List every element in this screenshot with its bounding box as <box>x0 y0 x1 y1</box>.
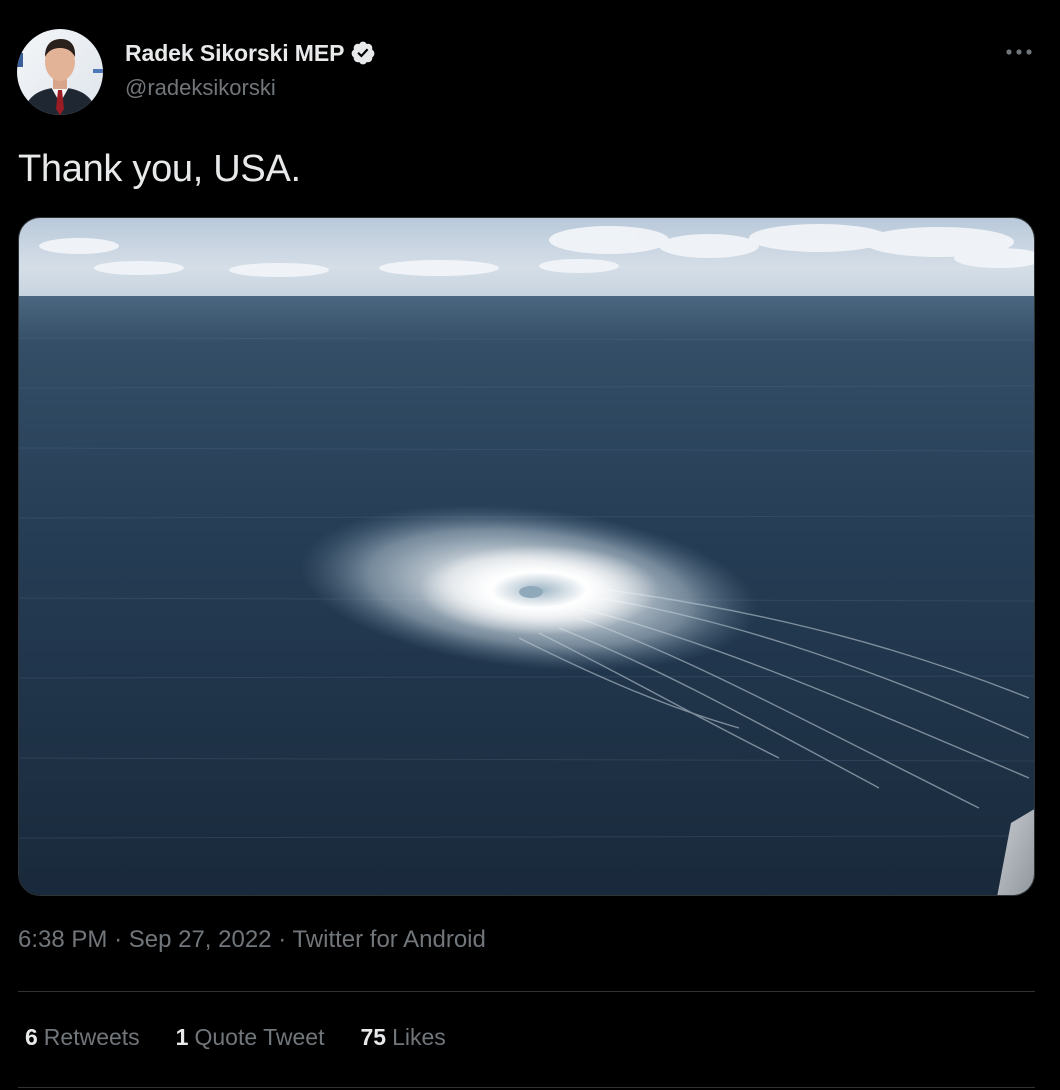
meta-separator: · <box>278 926 293 953</box>
tweet-text: Thank you, USA. <box>18 148 301 190</box>
tweet-time[interactable]: 6:38 PM <box>18 926 107 953</box>
retweets-count: 6 <box>25 1024 38 1050</box>
author-display-name[interactable]: Radek Sikorski MEP <box>125 40 344 67</box>
author-handle[interactable]: @radeksikorski <box>125 75 276 101</box>
tweet-date[interactable]: Sep 27, 2022 <box>129 926 272 953</box>
likes-stat[interactable]: 75 Likes <box>360 1024 445 1051</box>
aerial-sea-photo-icon <box>19 218 1034 895</box>
verified-badge-icon <box>350 40 376 66</box>
quote-tweets-label: Quote Tweet <box>194 1024 325 1050</box>
retweets-label: Retweets <box>43 1024 140 1050</box>
tweet-photo[interactable] <box>18 217 1035 896</box>
quote-tweets-stat[interactable]: 1 Quote Tweet <box>176 1024 325 1051</box>
tweet-stats: 6 Retweets 1 Quote Tweet 75 Likes <box>25 1024 482 1051</box>
more-options-button[interactable] <box>1000 36 1038 68</box>
quote-tweets-count: 1 <box>175 1024 189 1050</box>
more-dots-icon <box>1006 49 1032 55</box>
likes-count: 75 <box>360 1024 387 1050</box>
author-name-row: Radek Sikorski MEP <box>125 38 376 68</box>
meta-separator: · <box>114 926 129 953</box>
tweet-meta: 6:38 PM · Sep 27, 2022 · Twitter for And… <box>18 926 486 954</box>
divider <box>18 991 1035 992</box>
profile-photo-icon <box>17 29 103 115</box>
likes-label: Likes <box>392 1024 446 1050</box>
divider <box>18 1087 1035 1088</box>
avatar[interactable] <box>17 29 103 115</box>
tweet-source[interactable]: Twitter for Android <box>292 926 485 953</box>
retweets-stat[interactable]: 6 Retweets <box>25 1024 140 1051</box>
